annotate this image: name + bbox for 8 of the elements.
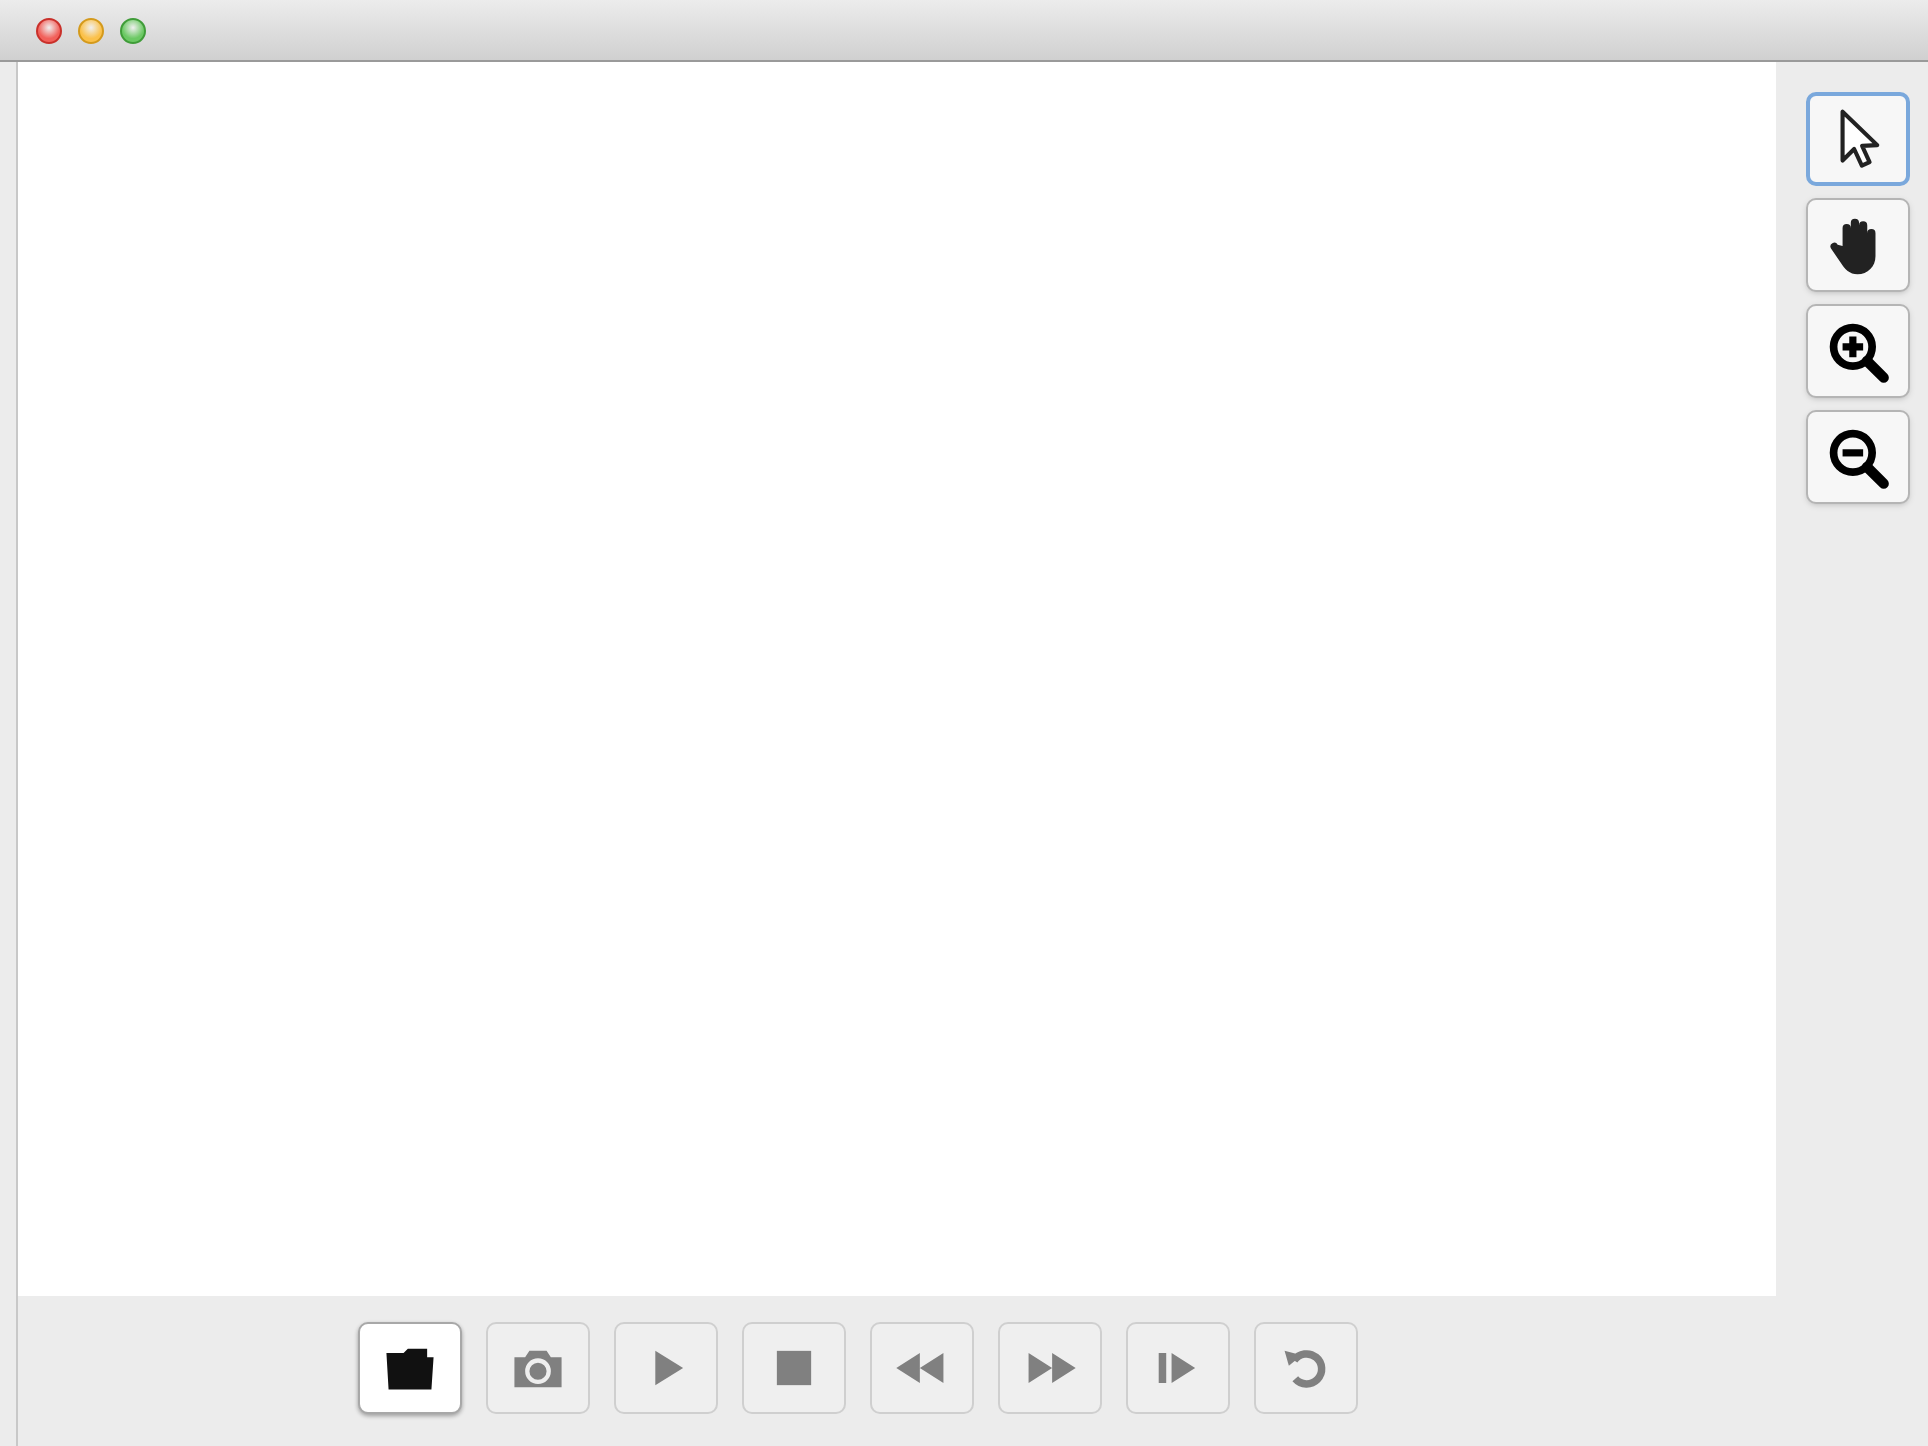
hand-tool-button[interactable] xyxy=(1805,198,1909,292)
open-button[interactable] xyxy=(357,1321,461,1413)
zoom-out-tool-button[interactable] xyxy=(1805,410,1909,504)
minimize-window-button[interactable] xyxy=(78,17,104,43)
close-window-button[interactable] xyxy=(36,17,62,43)
zoom-window-button[interactable] xyxy=(120,17,146,43)
zoom-in-tool-button[interactable] xyxy=(1805,304,1909,398)
pointer-tool-button[interactable] xyxy=(1805,92,1909,186)
